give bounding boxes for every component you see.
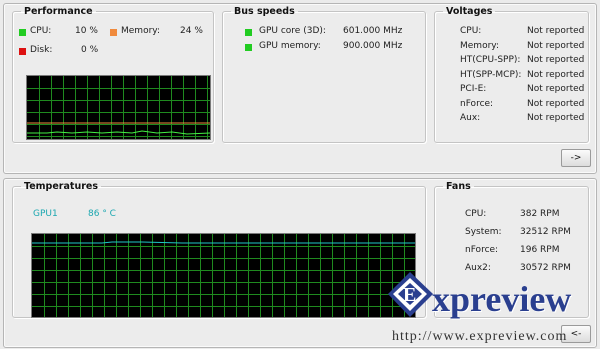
temperatures-group: Temperatures GPU1 86 ° C xyxy=(12,181,426,318)
expand-button[interactable]: -> xyxy=(561,149,591,167)
fan-value-system: 32512 RPM xyxy=(520,227,571,237)
gpu-core-swatch xyxy=(245,29,252,36)
voltage-value-ht-cpu-spp: Not reported xyxy=(527,55,585,65)
expreview-logo: E xyxy=(388,272,433,317)
fan-value-cpu: 382 RPM xyxy=(520,209,560,219)
gpu-core-value: 601.000 MHz xyxy=(343,26,403,36)
disk-label: Disk: xyxy=(30,45,53,55)
cpu-value: 10 % xyxy=(75,26,98,36)
fan-label-nforce: nForce: xyxy=(465,245,499,255)
temperature-graph xyxy=(31,233,416,318)
fan-label-cpu: CPU: xyxy=(465,209,487,219)
fan-label-system: System: xyxy=(465,227,502,237)
voltage-label-aux: Aux: xyxy=(460,113,481,123)
voltage-value-ht-spp-mcp: Not reported xyxy=(527,70,585,80)
voltage-label-memory: Memory: xyxy=(460,41,499,51)
voltage-label-nforce: nForce: xyxy=(460,99,494,109)
temperatures-title: Temperatures xyxy=(24,181,98,192)
gpu-memory-swatch xyxy=(245,44,252,51)
performance-title: Performance xyxy=(24,6,93,17)
gpu-core-label: GPU core (3D): xyxy=(259,26,326,36)
gpu1-temp-trace xyxy=(32,241,415,244)
gpu-memory-label: GPU memory: xyxy=(259,41,321,51)
bus-speeds-group: Bus speeds GPU core (3D): 601.000 MHz GP… xyxy=(222,6,426,143)
fan-label-aux2: Aux2: xyxy=(465,263,491,273)
fan-value-nforce: 196 RPM xyxy=(520,245,560,255)
voltages-group: Voltages CPU: Not reported Memory: Not r… xyxy=(434,6,589,143)
memory-label: Memory: xyxy=(121,26,160,36)
fans-title: Fans xyxy=(446,181,471,192)
voltage-label-ht-spp-mcp: HT(SPP-MCP): xyxy=(460,70,522,80)
voltage-value-cpu: Not reported xyxy=(527,26,585,36)
voltage-value-nforce: Not reported xyxy=(527,99,585,109)
voltage-label-pcie: PCI-E: xyxy=(460,84,487,94)
gpu1-temp-value: 86 ° C xyxy=(88,209,116,219)
memory-legend-swatch xyxy=(110,29,117,36)
gpu-memory-value: 900.000 MHz xyxy=(343,41,403,51)
sensors-panel: Temperatures GPU1 86 ° C Fans CPU: 382 R… xyxy=(3,178,597,348)
cpu-label: CPU: xyxy=(30,26,52,36)
gpu1-temp-label: GPU1 xyxy=(33,209,58,219)
svg-text:E: E xyxy=(403,284,416,306)
memory-value: 24 % xyxy=(180,26,203,36)
cpu-trace xyxy=(27,130,210,135)
voltage-label-ht-cpu-spp: HT(CPU-SPP): xyxy=(460,55,521,65)
performance-graph xyxy=(26,75,211,140)
voltage-label-cpu: CPU: xyxy=(460,26,482,36)
watermark-brand: xpreview xyxy=(432,279,572,319)
voltage-value-memory: Not reported xyxy=(527,41,585,51)
system-monitor-panel: Performance CPU: 10 % Memory: 24 % Disk:… xyxy=(3,3,597,174)
watermark-url: http://www.expreview.com xyxy=(392,329,568,344)
performance-group: Performance CPU: 10 % Memory: 24 % Disk:… xyxy=(12,6,214,143)
disk-legend-swatch xyxy=(19,48,26,55)
voltage-value-aux: Not reported xyxy=(527,113,585,123)
cpu-legend-swatch xyxy=(19,29,26,36)
fan-value-aux2: 30572 RPM xyxy=(520,263,571,273)
voltages-title: Voltages xyxy=(446,6,493,17)
voltage-value-pcie: Not reported xyxy=(527,84,585,94)
disk-value: 0 % xyxy=(81,45,99,55)
bus-speeds-title: Bus speeds xyxy=(234,6,295,17)
